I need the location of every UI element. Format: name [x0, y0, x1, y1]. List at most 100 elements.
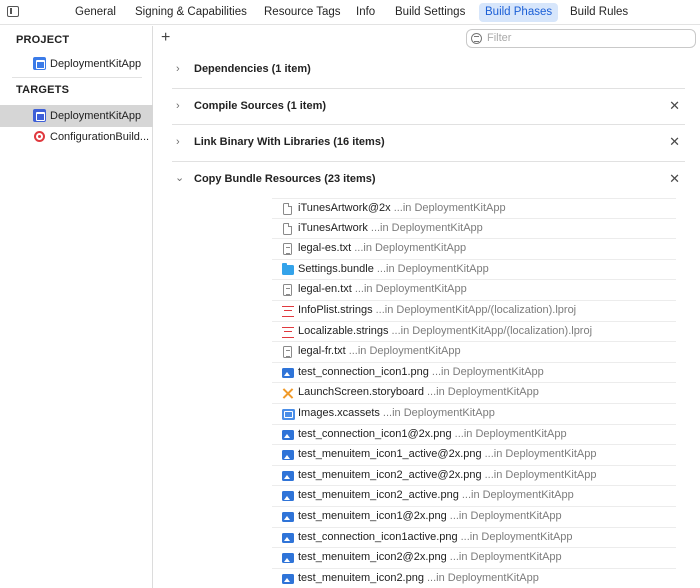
file-label: InfoPlist.strings ...in DeploymentKitApp/… — [298, 304, 576, 316]
text-file-icon — [283, 284, 292, 297]
file-name: iTunesArtwork — [298, 221, 368, 234]
file-name: Settings.bundle — [298, 262, 374, 275]
tab-build-rules[interactable]: Build Rules — [564, 3, 634, 22]
file-name: test_menuitem_icon2@2x.png — [298, 551, 447, 564]
target-icon — [34, 131, 45, 142]
file-name: test_menuitem_icon2.png — [298, 571, 424, 584]
sidebar-divider — [12, 77, 142, 78]
tab-general[interactable]: General — [69, 3, 122, 22]
add-phase-button[interactable]: + — [161, 29, 170, 47]
tab-signing-capabilities[interactable]: Signing & Capabilities — [129, 3, 253, 22]
copy-bundle-resources-file-list: iTunesArtwork@2x ...in DeploymentKitApp iT… — [272, 198, 676, 588]
image-file-icon — [282, 573, 294, 584]
filter-placeholder: Filter — [487, 32, 512, 44]
file-row[interactable]: test_connection_icon1active.png ...in Dep… — [272, 528, 676, 549]
file-label: test_menuitem_icon2_active.png ...in Depl… — [298, 489, 574, 501]
tab-resource-tags[interactable]: Resource Tags — [258, 3, 347, 22]
phase-title: Compile Sources (1 item) — [194, 100, 327, 112]
file-row[interactable]: test_menuitem_icon2_active.png ...in Depl… — [272, 486, 676, 507]
phase-compile-sources[interactable]: › Compile Sources (1 item) ✕ — [172, 88, 685, 124]
file-label: test_menuitem_icon2_active@2x.png ...in D… — [298, 469, 597, 481]
tab-build-phases[interactable]: Build Phases — [479, 3, 559, 22]
file-location: ...in DeploymentKitApp — [370, 221, 483, 234]
file-row[interactable]: Images.xcassets ...in DeploymentKitApp — [272, 404, 676, 425]
file-row[interactable]: iTunesArtwork ...in DeploymentKitApp — [272, 219, 676, 240]
file-row[interactable]: test_menuitem_icon2.png ...in DeploymentK… — [272, 569, 676, 588]
chevron-right-icon[interactable]: › — [176, 101, 180, 112]
file-name: test_connection_icon1.png — [298, 365, 429, 378]
phase-dependencies[interactable]: › Dependencies (1 item) — [172, 52, 685, 88]
tab-build-settings[interactable]: Build Settings — [389, 3, 471, 22]
phase-title: Link Binary With Libraries (16 items) — [194, 136, 385, 148]
file-name: legal-en.txt — [298, 283, 352, 296]
file-name: test_menuitem_icon2_active@2x.png — [298, 468, 482, 481]
sidebar-toggle-icon[interactable] — [7, 6, 19, 17]
file-row[interactable]: Localizable.strings ...in DeploymentKitAp… — [272, 322, 676, 343]
file-row[interactable]: iTunesArtwork@2x ...in DeploymentKitApp — [272, 198, 676, 219]
chevron-down-icon[interactable]: ⌄ — [175, 173, 184, 184]
chevron-right-icon[interactable]: › — [176, 137, 180, 148]
file-row[interactable]: test_connection_icon1@2x.png ...in Deploy… — [272, 425, 676, 446]
filter-icon — [471, 33, 482, 44]
storyboard-icon — [282, 388, 293, 399]
file-location: ...in DeploymentKitApp — [426, 386, 539, 399]
remove-phase-icon[interactable]: ✕ — [669, 99, 680, 113]
file-name: test_menuitem_icon1_active@2x.png — [298, 448, 482, 461]
file-name: legal-es.txt — [298, 242, 352, 255]
editor-tab-bar: General Signing & Capabilities Resource … — [0, 0, 700, 25]
image-file-icon — [282, 429, 294, 440]
file-location: ...in DeploymentKitApp — [393, 202, 506, 214]
file-label: test_menuitem_icon2.png ...in DeploymentK… — [298, 572, 539, 584]
file-location: ...in DeploymentKitApp — [460, 530, 573, 543]
sidebar-item-target-deploymentkitapp[interactable]: DeploymentKitApp — [0, 105, 153, 127]
filter-input[interactable]: Filter — [466, 29, 696, 48]
tab-info[interactable]: Info — [350, 3, 381, 22]
file-label: iTunesArtwork@2x ...in DeploymentKitApp — [298, 202, 506, 214]
file-row[interactable]: InfoPlist.strings ...in DeploymentKitApp/… — [272, 301, 676, 322]
sidebar-item-label: ConfigurationBuild... — [50, 131, 150, 143]
chevron-right-icon[interactable]: › — [176, 64, 180, 75]
file-label: test_connection_icon1active.png ...in Dep… — [298, 531, 573, 543]
file-location: ...in DeploymentKitApp — [431, 365, 544, 378]
file-label: iTunesArtwork ...in DeploymentKitApp — [298, 222, 483, 234]
file-location: ...in DeploymentKitApp/(localization).lp… — [375, 303, 577, 316]
file-row[interactable]: legal-fr.txt ...in DeploymentKitApp — [272, 342, 676, 363]
file-label: Images.xcassets ...in DeploymentKitApp — [298, 407, 495, 419]
project-app-icon — [33, 57, 46, 70]
file-row[interactable]: Settings.bundle ...in DeploymentKitApp — [272, 260, 676, 281]
sidebar-item-project[interactable]: DeploymentKitApp — [0, 53, 153, 75]
file-label: Settings.bundle ...in DeploymentKitApp — [298, 263, 489, 275]
image-file-icon — [282, 470, 294, 481]
remove-phase-icon[interactable]: ✕ — [669, 135, 680, 149]
text-file-icon — [283, 346, 292, 359]
file-row[interactable]: test_menuitem_icon1_active@2x.png ...in D… — [272, 445, 676, 466]
document-icon — [283, 203, 292, 215]
file-row[interactable]: legal-es.txt ...in DeploymentKitApp — [272, 239, 676, 260]
sidebar-item-target-configurationbuild[interactable]: ConfigurationBuild... — [0, 126, 153, 148]
phase-title: Dependencies (1 item) — [194, 63, 311, 75]
file-row[interactable]: LaunchScreen.storyboard ...in DeploymentK… — [272, 383, 676, 404]
file-row[interactable]: test_menuitem_icon2@2x.png ...in Deployme… — [272, 548, 676, 569]
file-location: ...in DeploymentKitApp — [382, 406, 495, 419]
file-name: legal-fr.txt — [298, 345, 346, 358]
phase-link-binary[interactable]: › Link Binary With Libraries (16 items) … — [172, 124, 685, 160]
file-row[interactable]: legal-en.txt ...in DeploymentKitApp — [272, 280, 676, 301]
file-label: legal-fr.txt ...in DeploymentKitApp — [298, 345, 461, 357]
file-name: InfoPlist.strings — [298, 303, 373, 316]
phase-copy-bundle-resources[interactable]: ⌄ Copy Bundle Resources (23 items) ✕ — [172, 161, 685, 197]
file-label: test_connection_icon1.png ...in Deploymen… — [298, 366, 544, 378]
file-label: test_connection_icon1@2x.png ...in Deploy… — [298, 428, 567, 440]
file-name: Images.xcassets — [298, 406, 380, 419]
file-location: ...in DeploymentKitApp — [449, 551, 562, 564]
file-row[interactable]: test_connection_icon1.png ...in Deploymen… — [272, 363, 676, 384]
app-target-icon — [33, 109, 46, 122]
file-row[interactable]: test_menuitem_icon1@2x.png ...in Deployme… — [272, 507, 676, 528]
file-row[interactable]: test_menuitem_icon2_active@2x.png ...in D… — [272, 466, 676, 487]
build-phases-toolbar: + Filter — [154, 26, 700, 52]
file-location: ...in DeploymentKitApp — [454, 427, 567, 440]
file-location: ...in DeploymentKitApp — [348, 345, 461, 358]
file-name: Localizable.strings — [298, 324, 389, 337]
image-file-icon — [282, 367, 294, 378]
file-location: ...in DeploymentKitApp — [461, 489, 574, 502]
remove-phase-icon[interactable]: ✕ — [669, 172, 680, 186]
